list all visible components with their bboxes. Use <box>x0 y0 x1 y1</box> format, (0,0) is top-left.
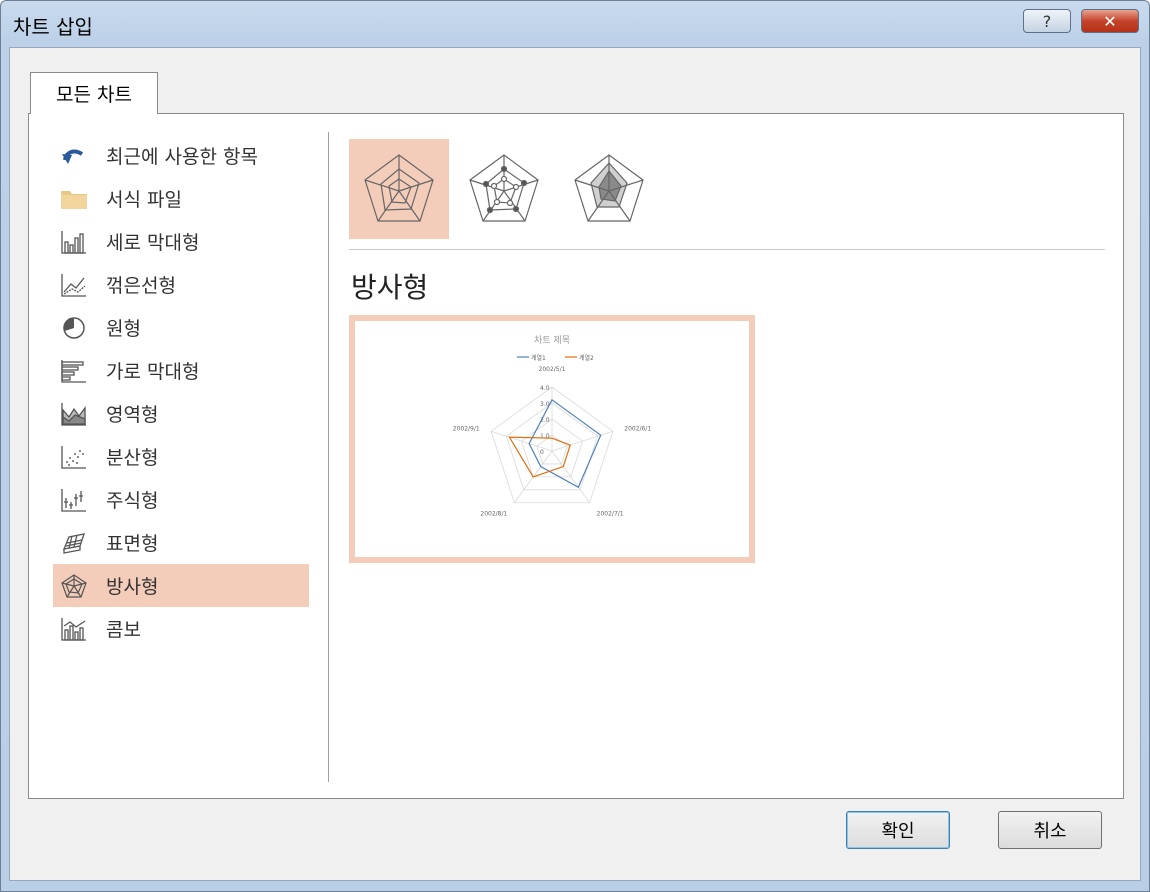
sidebar-item-label: 가로 막대형 <box>106 361 200 383</box>
column-chart-icon <box>58 228 90 256</box>
sidebar-item-templates[interactable]: 서식 파일 <box>53 177 309 220</box>
sidebar-item-stock[interactable]: 주식형 <box>53 478 309 521</box>
bar-chart-icon <box>58 357 90 385</box>
sidebar-item-bar[interactable]: 가로 막대형 <box>53 349 309 392</box>
pie-chart-icon <box>58 314 90 342</box>
sidebar-item-pie[interactable]: 원형 <box>53 306 309 349</box>
sidebar-item-label: 표면형 <box>106 533 159 555</box>
chart-preview[interactable]: 차트 제목 계열1 계열2 0 1.0 2.0 3.0 4.0 2002/5/1 2002/6/1… <box>349 315 755 563</box>
sidebar-item-label: 주식형 <box>106 490 159 512</box>
vertical-divider <box>328 132 329 782</box>
subtype-separator <box>349 249 1105 250</box>
legend-label: 계열2 <box>579 354 594 362</box>
radar-markers-icon <box>469 154 539 222</box>
category-label: 2002/8/1 <box>480 510 507 517</box>
combo-chart-icon <box>58 615 90 643</box>
sidebar-item-label: 분산형 <box>106 447 159 469</box>
dialog-body: 모든 차트 최근에 사용한 항목 서식 파일 세로 막대형 꺾은선형 원형 가로… <box>9 47 1141 881</box>
sidebar-item-combo[interactable]: 콤보 <box>53 607 309 650</box>
stock-chart-icon <box>58 486 90 514</box>
sidebar-item-label: 원형 <box>106 318 141 340</box>
tick-label: 4.0 <box>540 385 550 392</box>
sidebar-item-label: 세로 막대형 <box>106 232 200 254</box>
series-line <box>508 436 572 478</box>
sidebar-item-label: 영역형 <box>106 404 159 426</box>
radar-icon <box>364 154 434 222</box>
subtype-radar[interactable] <box>349 139 449 239</box>
category-label: 2002/7/1 <box>597 510 624 517</box>
chart-type-heading: 방사형 <box>351 271 429 304</box>
sidebar-item-recent[interactable]: 최근에 사용한 항목 <box>53 134 309 177</box>
sidebar-item-line[interactable]: 꺾은선형 <box>53 263 309 306</box>
cancel-button[interactable]: 취소 <box>998 811 1102 849</box>
chart-type-list: 최근에 사용한 항목 서식 파일 세로 막대형 꺾은선형 원형 가로 막대형 영… <box>53 134 309 650</box>
line-chart-icon <box>58 271 90 299</box>
insert-chart-dialog: 차트 삽입 ? ✕ 모든 차트 최근에 사용한 항목 서식 파일 세로 막대형 … <box>0 0 1150 892</box>
sidebar-item-label: 방사형 <box>106 576 159 598</box>
tick-label: 0 <box>540 449 544 456</box>
ok-button[interactable]: 확인 <box>846 811 950 849</box>
dialog-title: 차트 삽입 <box>13 15 93 39</box>
category-label: 2002/5/1 <box>539 366 566 373</box>
sidebar-item-area[interactable]: 영역형 <box>53 392 309 435</box>
radar-chart-icon <box>58 572 90 600</box>
subtype-filled-radar[interactable] <box>559 139 659 239</box>
help-button[interactable]: ? <box>1023 9 1071 33</box>
folder-icon <box>58 185 90 213</box>
recent-icon <box>58 142 90 170</box>
tab-all-charts[interactable]: 모든 차트 <box>30 72 158 114</box>
sidebar-item-label: 꺾은선형 <box>106 275 176 297</box>
close-button[interactable]: ✕ <box>1081 9 1139 33</box>
surface-chart-icon <box>58 529 90 557</box>
category-label: 2002/6/1 <box>624 426 651 433</box>
scatter-chart-icon <box>58 443 90 471</box>
tick-label: 1.0 <box>540 433 550 440</box>
sidebar-item-scatter[interactable]: 분산형 <box>53 435 309 478</box>
legend-label: 계열1 <box>531 354 546 362</box>
sidebar-item-radar[interactable]: 방사형 <box>53 564 309 607</box>
sidebar-item-label: 콤보 <box>106 619 141 641</box>
area-chart-icon <box>58 400 90 428</box>
sidebar-item-surface[interactable]: 표면형 <box>53 521 309 564</box>
sidebar-item-label: 서식 파일 <box>106 189 182 211</box>
sidebar-item-label: 최근에 사용한 항목 <box>106 146 258 168</box>
filled-radar-icon <box>574 154 644 222</box>
chart-title: 차트 제목 <box>534 334 570 346</box>
tab-panel: 최근에 사용한 항목 서식 파일 세로 막대형 꺾은선형 원형 가로 막대형 영… <box>28 113 1124 799</box>
title-bar: 차트 삽입 ? ✕ <box>1 1 1149 47</box>
sidebar-item-column[interactable]: 세로 막대형 <box>53 220 309 263</box>
radar-preview-chart: 차트 제목계열1 계열201.02.03.04.02002/5/12002/6/1… <box>453 334 652 517</box>
subtype-radar-with-markers[interactable] <box>454 139 554 239</box>
category-label: 2002/9/1 <box>453 426 480 433</box>
